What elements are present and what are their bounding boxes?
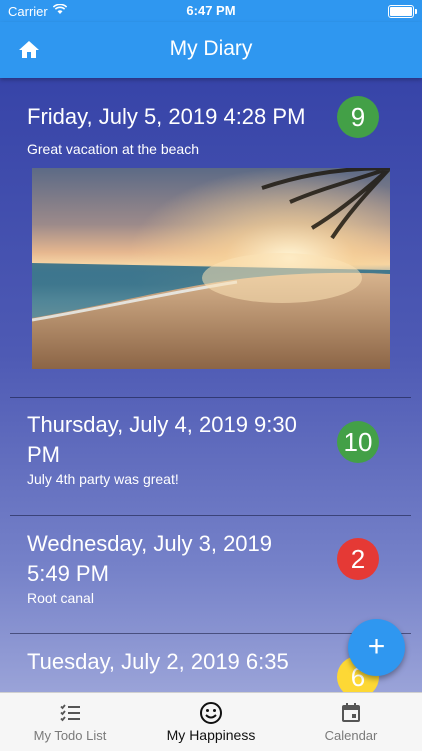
tab-my-happiness[interactable]: My Happiness [141,693,281,751]
happiness-score-badge: 10 [337,421,379,463]
diary-entry[interactable]: Thursday, July 4, 2019 9:30 PM July 4th … [0,398,422,516]
entry-photo[interactable] [32,168,390,369]
plus-icon: + [367,630,386,663]
add-entry-button[interactable]: + [348,619,405,676]
tab-label: My Happiness [166,727,256,743]
diary-entry[interactable]: Wednesday, July 3, 2019 5:49 PM Root can… [0,516,422,634]
entry-date: Friday, July 5, 2019 4:28 PM [27,104,306,129]
diary-list[interactable]: Friday, July 5, 2019 4:28 PM Great vacat… [0,78,422,692]
beach-photo-image [32,168,390,369]
entry-date: Wednesday, July 3, 2019 5:49 PM [27,531,273,586]
tab-calendar[interactable]: Calendar [281,693,421,751]
status-time: 6:47 PM [186,3,236,18]
status-bar: Carrier 6:47 PM [0,0,422,22]
smiley-icon [200,702,222,724]
entry-date: Tuesday, July 2, 2019 6:35 [27,649,289,674]
app-bar: My Diary [0,22,422,78]
tab-label: Calendar [324,728,378,743]
happiness-score-badge: 9 [337,96,379,138]
calendar-icon [342,703,360,722]
entry-note: July 4th party was great! [27,471,179,487]
diary-entry[interactable]: Friday, July 5, 2019 4:28 PM Great vacat… [0,78,422,398]
battery-icon [388,5,417,18]
checklist-icon [60,704,80,722]
entry-note: Root canal [27,590,94,606]
tab-bar: My Todo List My Happiness Calendar [0,692,422,751]
entry-date: Thursday, July 4, 2019 9:30 PM [27,412,297,467]
entry-note: Great vacation at the beach [27,141,199,157]
tab-label: My Todo List [33,728,107,743]
happiness-score-badge: 2 [337,538,379,580]
tab-todo-list[interactable]: My Todo List [0,693,140,751]
page-title: My Diary [169,37,253,60]
